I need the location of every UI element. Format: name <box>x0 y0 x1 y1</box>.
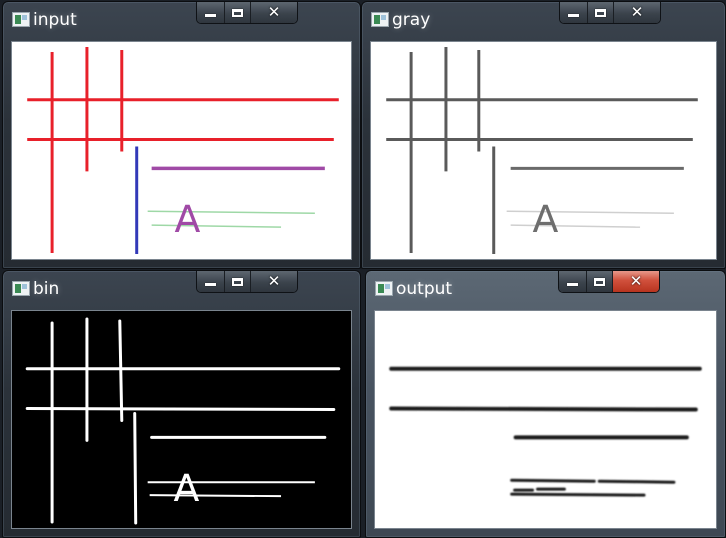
maximize-button[interactable] <box>224 271 250 292</box>
window-input[interactable]: input ✕ A <box>2 1 361 269</box>
close-icon: ✕ <box>629 272 643 290</box>
image-canvas-bin: A <box>11 310 352 529</box>
image-canvas-gray: A <box>370 41 717 260</box>
white-vertical-line-3 <box>118 319 124 422</box>
minimize-icon <box>205 283 216 286</box>
window-controls: ✕ <box>558 271 660 293</box>
minimize-button[interactable] <box>559 271 586 292</box>
gray-image: A <box>386 46 698 255</box>
letter-a-text: A <box>175 197 201 241</box>
letter-a-text: A <box>533 197 559 241</box>
image-canvas-output <box>374 310 717 529</box>
window-gray[interactable]: gray ✕ A <box>361 1 726 269</box>
maximize-icon <box>232 277 243 286</box>
app-window-icon[interactable] <box>12 281 30 296</box>
window-controls: ✕ <box>196 2 298 24</box>
detected-lines <box>389 366 702 497</box>
input-image: A <box>27 46 339 255</box>
window-title: input <box>33 10 77 30</box>
window-bin[interactable]: bin ✕ A <box>2 270 361 538</box>
white-horizontal-line-2 <box>25 407 336 412</box>
green-line-1 <box>147 210 315 214</box>
image-canvas-input: A <box>11 41 352 260</box>
app-window-icon[interactable] <box>371 12 389 27</box>
close-icon: ✕ <box>267 272 281 290</box>
window-controls: ✕ <box>559 2 661 24</box>
maximize-button[interactable] <box>586 271 612 292</box>
bin-image: A <box>25 317 341 525</box>
maximize-icon <box>232 8 243 17</box>
minimize-icon <box>567 283 578 286</box>
close-icon: ✕ <box>267 3 281 21</box>
maximize-icon <box>594 277 605 286</box>
app-window-icon[interactable] <box>375 281 393 296</box>
minimize-button[interactable] <box>197 2 224 23</box>
close-button[interactable]: ✕ <box>613 2 660 23</box>
close-icon: ✕ <box>630 3 644 21</box>
light-gray-line-2 <box>510 224 641 228</box>
close-button[interactable]: ✕ <box>612 271 659 292</box>
white-vertical-line-4 <box>133 412 138 525</box>
maximize-button[interactable] <box>224 2 250 23</box>
output-image <box>389 366 702 497</box>
minimize-icon <box>205 14 216 17</box>
green-line-2 <box>151 224 282 228</box>
minimize-button[interactable] <box>197 271 224 292</box>
app-window-icon[interactable] <box>12 12 30 27</box>
output-line-5 <box>597 479 676 484</box>
window-output[interactable]: output ✕ <box>365 270 726 538</box>
window-title: bin <box>33 279 60 299</box>
window-title: gray <box>392 10 431 30</box>
white-thin-line-2 <box>149 494 282 498</box>
maximize-icon <box>595 8 606 17</box>
letter-a-text: A <box>174 466 200 510</box>
output-line-4 <box>510 478 596 483</box>
maximize-button[interactable] <box>587 2 613 23</box>
window-controls: ✕ <box>196 271 298 293</box>
minimize-icon <box>568 14 579 17</box>
close-button[interactable]: ✕ <box>250 2 297 23</box>
minimize-button[interactable] <box>560 2 587 23</box>
close-button[interactable]: ✕ <box>250 271 297 292</box>
window-title: output <box>396 279 453 299</box>
output-line-8 <box>510 492 646 497</box>
output-line-2 <box>389 406 698 412</box>
